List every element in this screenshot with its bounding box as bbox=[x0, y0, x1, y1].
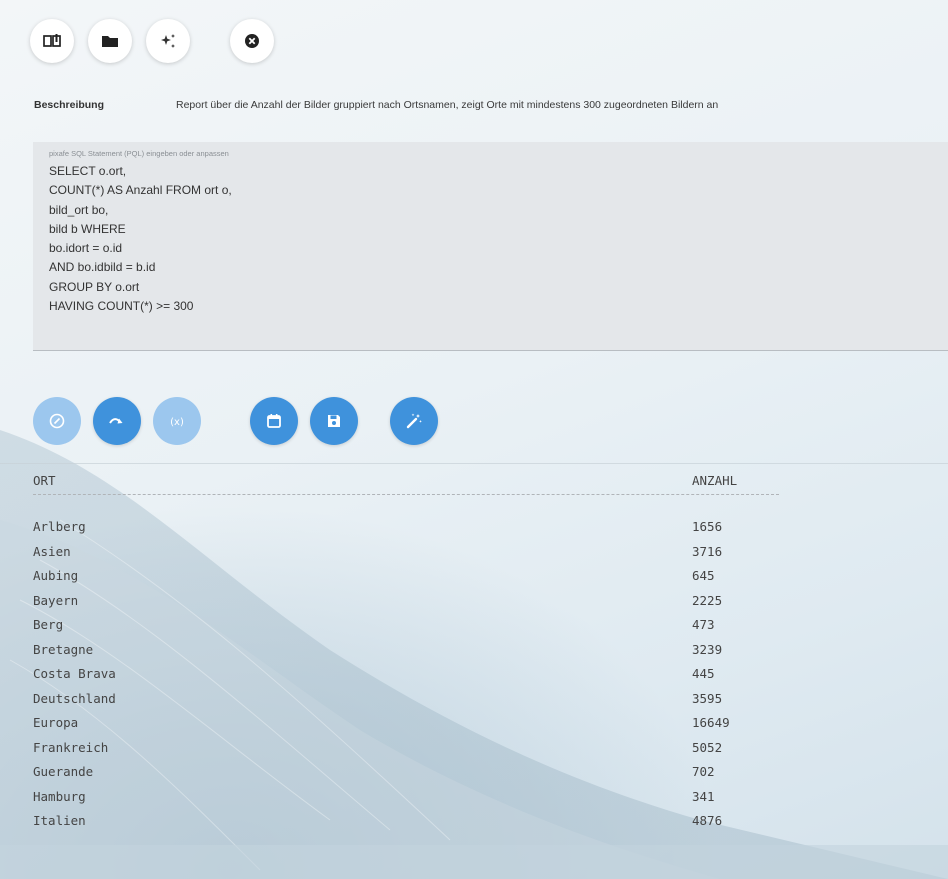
table-row: Italien 4876 bbox=[0, 813, 948, 837]
table-row: Asien 3716 bbox=[0, 544, 948, 568]
table-row: Bayern 2225 bbox=[0, 593, 948, 617]
sql-statement-text[interactable]: SELECT o.ort, COUNT(*) AS Anzahl FROM or… bbox=[49, 162, 948, 316]
cell-ort: Costa Brava bbox=[33, 666, 116, 681]
table-row: Arlberg 1656 bbox=[0, 519, 948, 543]
table-row: Bretagne 3239 bbox=[0, 642, 948, 666]
cell-ort: Asien bbox=[33, 543, 71, 559]
cell-ort: Bayern bbox=[33, 592, 79, 608]
cell-ort: Guerande bbox=[33, 764, 94, 779]
cell-ort: Berg bbox=[33, 617, 64, 632]
cell-anzahl: 16649 bbox=[692, 715, 730, 730]
execute-button[interactable] bbox=[93, 397, 141, 445]
cell-anzahl: 341 bbox=[692, 788, 715, 804]
close-button[interactable] bbox=[230, 19, 274, 63]
table-row: Europa 16649 bbox=[0, 715, 948, 739]
top-toolbar bbox=[30, 19, 274, 63]
cell-anzahl: 5052 bbox=[692, 739, 723, 755]
cell-ort: Arlberg bbox=[33, 519, 86, 534]
cell-ort: Europa bbox=[33, 715, 79, 730]
table-row: Costa Brava 445 bbox=[0, 666, 948, 690]
result-table: ORT ANZAHL Arlberg 1656 Asien 3716 Aubin… bbox=[0, 463, 948, 854]
variables-icon: (x) bbox=[170, 417, 184, 428]
cell-anzahl: 3716 bbox=[692, 543, 723, 559]
cell-anzahl: 702 bbox=[692, 764, 715, 779]
cell-anzahl: 2225 bbox=[692, 592, 723, 608]
cell-ort: Bretagne bbox=[33, 641, 94, 657]
cell-anzahl: 645 bbox=[692, 568, 715, 583]
cell-anzahl: 4876 bbox=[692, 813, 723, 828]
table-row: Aubing 645 bbox=[0, 568, 948, 592]
cell-ort: Aubing bbox=[33, 568, 79, 583]
cell-anzahl: 1656 bbox=[692, 519, 723, 534]
cell-ort: Hamburg bbox=[33, 788, 86, 804]
calendar-icon bbox=[267, 414, 281, 428]
execute-icon bbox=[109, 418, 123, 424]
cell-anzahl: 445 bbox=[692, 666, 715, 681]
close-circle-icon bbox=[245, 34, 259, 48]
svg-text:(x): (x) bbox=[170, 417, 184, 428]
column-header-ort: ORT bbox=[33, 473, 56, 488]
table-row: Deutschland 3595 bbox=[0, 691, 948, 715]
folder-icon bbox=[102, 36, 118, 47]
description-row: Beschreibung Report über die Anzahl der … bbox=[34, 99, 718, 111]
description-label: Beschreibung bbox=[34, 99, 105, 111]
validate-button[interactable] bbox=[33, 397, 81, 445]
ai-assist-button[interactable] bbox=[146, 19, 190, 63]
action-bar: (x) bbox=[0, 397, 948, 445]
cell-ort: Frankreich bbox=[33, 739, 109, 755]
sql-editor[interactable]: pixafe SQL Statement (PQL) eingeben oder… bbox=[33, 142, 948, 351]
save-button[interactable] bbox=[310, 397, 358, 445]
cell-ort: Italien bbox=[33, 813, 86, 828]
result-header: ORT ANZAHL bbox=[0, 473, 948, 491]
cell-anzahl: 473 bbox=[692, 617, 715, 632]
cell-ort: Deutschland bbox=[33, 690, 116, 706]
validate-icon bbox=[49, 413, 65, 429]
calendar-button[interactable] bbox=[250, 397, 298, 445]
report-layout-button[interactable] bbox=[30, 19, 74, 63]
table-row: Berg 473 bbox=[0, 617, 948, 641]
table-row: Guerande 702 bbox=[0, 764, 948, 788]
table-row: Frankreich 5052 bbox=[0, 740, 948, 764]
magic-wand-icon bbox=[406, 413, 422, 429]
open-folder-button[interactable] bbox=[88, 19, 132, 63]
save-icon bbox=[328, 415, 340, 427]
variables-button[interactable]: (x) bbox=[153, 397, 201, 445]
cell-anzahl: 3595 bbox=[692, 690, 723, 706]
cell-anzahl: 3239 bbox=[692, 641, 723, 657]
magic-wand-button[interactable] bbox=[390, 397, 438, 445]
header-separator bbox=[33, 494, 779, 495]
sparkle-icon bbox=[161, 34, 175, 48]
column-header-anzahl: ANZAHL bbox=[692, 473, 738, 488]
report-layout-icon bbox=[43, 34, 61, 47]
table-row: Hamburg 341 bbox=[0, 789, 948, 813]
sql-editor-label: pixafe SQL Statement (PQL) eingeben oder… bbox=[49, 149, 229, 158]
description-text: Report über die Anzahl der Bilder gruppi… bbox=[176, 99, 719, 111]
